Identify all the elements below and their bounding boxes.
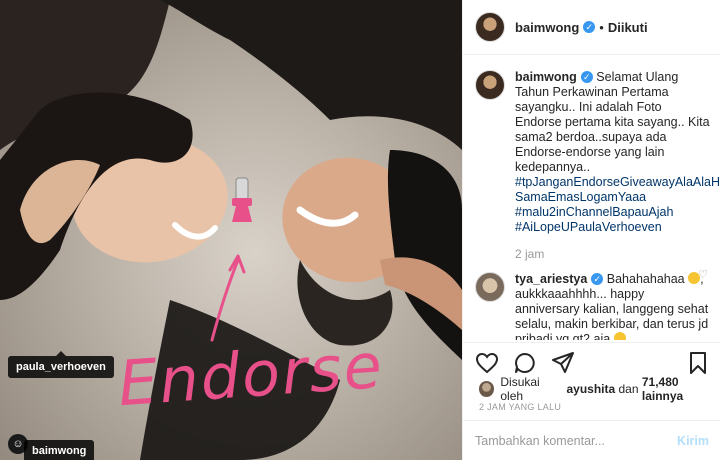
comment-icon[interactable] — [513, 351, 537, 375]
verified-badge-icon: ✓ — [591, 273, 604, 285]
comment-item: tya_ariestya ✓ Bahahahahaa , aukkkaaahhhh… — [475, 272, 709, 340]
liker-username[interactable]: ayushita — [566, 382, 615, 396]
comment-username[interactable]: tya_ariestya — [515, 272, 587, 286]
hashtag-link[interactable]: #AiLopeUPaulaVerhoeven — [515, 220, 711, 235]
smile-emoji-icon — [613, 332, 626, 340]
hashtag-link[interactable]: #tpJanganEndorseGiveawayAlaAlaHpX — [515, 175, 720, 190]
like-icon[interactable] — [475, 351, 499, 375]
comment-input[interactable]: Tambahkan komentar... — [475, 434, 677, 448]
caption-text: Selamat Ulang Tahun Perkawinan Pertama s… — [515, 70, 710, 174]
post-header: baimwong ✓ • Diikuti — [463, 0, 720, 55]
caption-time[interactable]: 2 jam — [515, 247, 711, 262]
send-button[interactable]: Kirim — [677, 434, 709, 448]
share-icon[interactable] — [551, 351, 575, 375]
follow-status-button[interactable]: Diikuti — [608, 20, 648, 35]
header-separator: • — [599, 19, 604, 35]
comments-section[interactable]: baimwong ✓ Selamat Ulang Tahun Perkawinan… — [463, 56, 720, 340]
caption-avatar[interactable] — [475, 70, 505, 100]
bookmark-icon[interactable] — [687, 351, 709, 375]
verified-badge-icon: ✓ — [580, 71, 593, 83]
hashtag-link[interactable]: #malu2inChannelBapauAjah — [515, 205, 711, 220]
comment-text: Bahahahahaa — [606, 272, 685, 286]
post-side-panel: baimwong ✓ • Diikuti baimwong ✓ Selamat U… — [462, 0, 720, 460]
likes-summary: Disukai oleh ayushita dan 71,480 lainnya — [479, 375, 720, 403]
comment-like-icon[interactable]: ♡ — [698, 268, 708, 281]
caption-username[interactable]: baimwong — [515, 70, 577, 84]
liker-avatar[interactable] — [479, 381, 495, 397]
avatar[interactable] — [475, 12, 505, 42]
comment-avatar[interactable] — [475, 272, 505, 302]
likes-count[interactable]: 71,480 lainnya — [642, 375, 720, 403]
post-timestamp[interactable]: 2 JAM YANG LALU — [479, 402, 561, 412]
caption: baimwong ✓ Selamat Ulang Tahun Perkawinan… — [475, 70, 720, 262]
user-tag-baim[interactable]: baimwong — [24, 440, 95, 460]
user-tag-paula[interactable]: paula_verhoeven — [8, 351, 114, 378]
likes-prefix: Disukai oleh — [500, 375, 540, 403]
add-comment-bar: Tambahkan komentar... Kirim — [463, 420, 720, 460]
verified-badge-icon: ✓ — [583, 21, 596, 33]
likes-middle: dan — [618, 382, 639, 396]
hashtag-link[interactable]: SamaEmasLogamYaaa — [515, 190, 711, 205]
post-photo[interactable]: Endorse paula_verhoeven ☺ baimwong — [0, 0, 462, 460]
header-username[interactable]: baimwong — [515, 20, 579, 35]
